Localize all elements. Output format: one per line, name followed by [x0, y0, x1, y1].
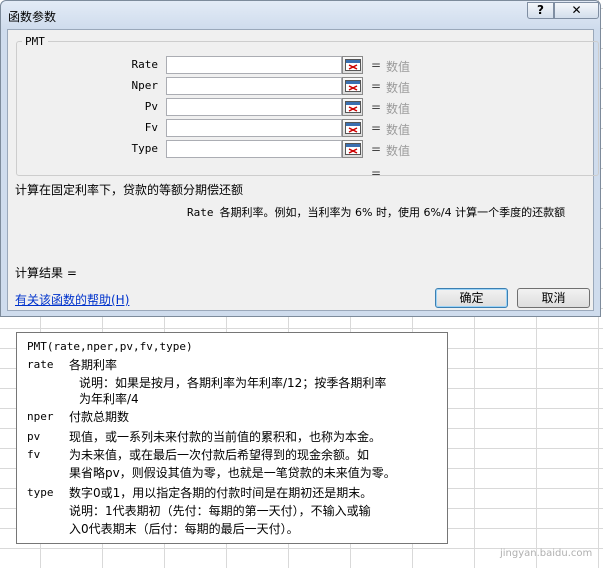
- function-help-tooltip: PMT(rate,nper,pv,fv,type) rate 各期利率 说明：如…: [16, 332, 448, 544]
- tooltip-param-name: rate: [27, 358, 54, 371]
- title-bar[interactable]: 函数参数 ? ✕: [1, 1, 600, 29]
- calculation-result: 计算结果 =: [15, 266, 77, 280]
- arg-label-nper: Nper: [131, 79, 159, 92]
- tooltip-param-text: 说明：如果是按月，各期利率为年利率/12；按季各期利率: [79, 376, 387, 390]
- collapse-dialog-icon: [345, 101, 361, 113]
- tooltip-param-name: nper: [27, 410, 54, 423]
- collapse-dialog-icon: [345, 80, 361, 92]
- ok-button[interactable]: 确定: [435, 288, 508, 308]
- tooltip-param-name: type: [27, 486, 54, 499]
- tooltip-param-text: 现值，或一系列未来付款的当前值的累积和，也称为本金。: [69, 430, 382, 444]
- arg-label-type: Type: [131, 142, 159, 155]
- argument-description-name: Rate: [187, 206, 214, 219]
- type-input[interactable]: [166, 140, 342, 158]
- close-button[interactable]: ✕: [554, 2, 599, 19]
- pv-collapse-button[interactable]: [342, 98, 363, 116]
- rate-collapse-button[interactable]: [342, 56, 363, 74]
- pv-input[interactable]: [166, 98, 342, 116]
- pv-equals: =: [371, 100, 382, 114]
- type-equals: =: [371, 142, 382, 156]
- dialog-body: PMT Rate = 数值 Nper = 数值 Pv = 数值 Fv = 数值 …: [7, 29, 599, 311]
- fv-collapse-button[interactable]: [342, 119, 363, 137]
- type-value-hint: 数值: [386, 144, 411, 158]
- cancel-button[interactable]: 取消: [517, 288, 590, 308]
- fv-input[interactable]: [166, 119, 342, 137]
- tooltip-param-name: fv: [27, 448, 41, 461]
- nper-value-hint: 数值: [386, 81, 411, 95]
- tooltip-param-text: 数字0或1，用以指定各期的付款时间是在期初还是期末。: [69, 486, 373, 500]
- arg-label-fv: Fv: [144, 121, 158, 134]
- pv-value-hint: 数值: [386, 102, 411, 116]
- tooltip-signature: PMT(rate,nper,pv,fv,type): [27, 340, 193, 353]
- nper-input[interactable]: [166, 77, 342, 95]
- tooltip-param-text: 说明：1代表期初（先付：每期的第一天付），不输入或输: [69, 504, 371, 518]
- function-description: 计算在固定利率下，贷款的等额分期偿还额: [15, 183, 244, 197]
- arg-label-pv: Pv: [144, 100, 158, 113]
- argument-description-text: 各期利率。例如，当利率为 6% 时，使用 6%/4 计算一个季度的还款额: [219, 206, 566, 219]
- argument-description: Rate 各期利率。例如，当利率为 6% 时，使用 6%/4 计算一个季度的还款额: [187, 204, 565, 220]
- function-arguments-dialog: 函数参数 ? ✕ PMT Rate = 数值 Nper = 数值 Pv = 数值…: [0, 0, 601, 317]
- function-name-label: PMT: [22, 35, 48, 48]
- formula-result-equals: =: [371, 166, 382, 180]
- tooltip-param-text: 各期利率: [69, 358, 118, 372]
- collapse-dialog-icon: [345, 59, 361, 71]
- function-help-link[interactable]: 有关该函数的帮助(H): [15, 291, 129, 308]
- rate-equals: =: [371, 58, 382, 72]
- nper-collapse-button[interactable]: [342, 77, 363, 95]
- fv-value-hint: 数值: [386, 123, 411, 137]
- rate-input[interactable]: [166, 56, 342, 74]
- fv-equals: =: [371, 121, 382, 135]
- help-button[interactable]: ?: [527, 2, 554, 19]
- tooltip-param-text: 果省略pv，则假设其值为零，也就是一笔贷款的未来值为零。: [69, 466, 396, 480]
- nper-equals: =: [371, 79, 382, 93]
- tooltip-param-text: 为未来值，或在最后一次付款后希望得到的现金余额。如: [69, 448, 370, 462]
- dialog-title: 函数参数: [8, 10, 57, 24]
- rate-value-hint: 数值: [386, 60, 411, 74]
- tooltip-param-text: 付款总期数: [69, 410, 130, 424]
- collapse-dialog-icon: [345, 143, 361, 155]
- collapse-dialog-icon: [345, 122, 361, 134]
- tooltip-param-text: 入0代表期末（后付：每期的最后一天付）。: [69, 522, 299, 536]
- tooltip-param-text: 为年利率/4: [79, 392, 139, 406]
- type-collapse-button[interactable]: [342, 140, 363, 158]
- arg-label-rate: Rate: [131, 58, 159, 71]
- watermark: jingyan.baidu.com: [500, 548, 593, 559]
- tooltip-param-name: pv: [27, 430, 41, 443]
